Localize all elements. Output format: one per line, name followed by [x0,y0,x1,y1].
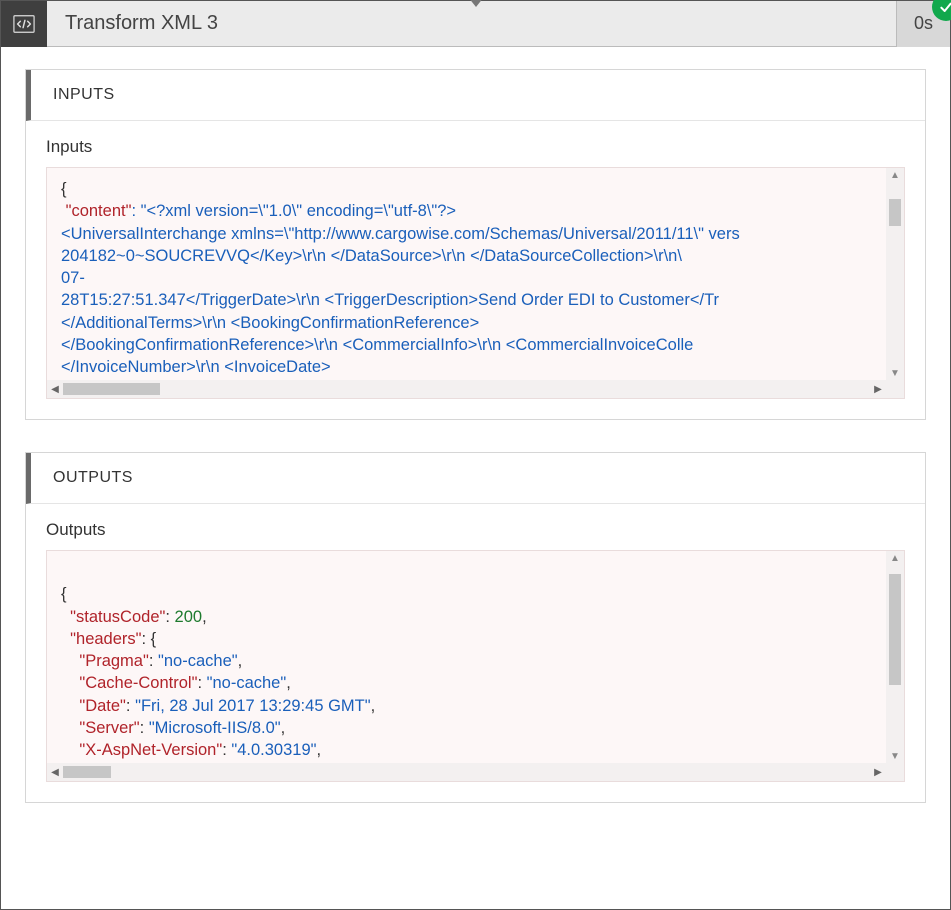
json-key: "Cache-Control" [79,674,197,692]
json-value: : "<?xml version=\"1.0\" encoding=\"utf-… [131,202,456,220]
json-value: 07- [61,269,85,287]
action-title: Transform XML 3 [47,12,896,35]
scroll-thumb[interactable] [63,766,111,778]
json-key: "Server" [79,719,139,737]
scroll-track[interactable] [63,766,870,778]
scroll-left-icon[interactable]: ◀ [47,380,63,398]
scroll-right-icon[interactable]: ▶ [870,380,886,398]
scroll-corner [886,380,904,398]
scroll-thumb[interactable] [889,574,901,684]
action-header: Transform XML 3 0s [1,1,950,47]
inputs-code-content[interactable]: { "content": "<?xml version=\"1.0\" enco… [47,168,904,380]
json-value: 204182~0~SOUCREVVQ</Key>\r\n </DataSourc… [61,247,682,265]
json-key: "Pragma" [79,652,149,670]
outputs-code-content[interactable]: { "statusCode": 200, "headers": { "Pragm… [47,551,904,763]
code-icon [13,13,35,35]
json-key: "statusCode" [70,608,165,626]
outputs-panel-header: OUTPUTS [26,453,925,504]
json-value: </InvoiceNumber>\r\n <InvoiceDate> [61,358,331,376]
json-brace: { [61,180,67,198]
scroll-corner [886,763,904,781]
json-value: "no-cache" [158,652,238,670]
json-key: "headers" [70,630,141,648]
inputs-panel-header: INPUTS [26,70,925,121]
outputs-panel: OUTPUTS Outputs { "statusCode": 200, "he… [25,452,926,803]
json-value: <UniversalInterchange xmlns=\"http://www… [61,225,740,243]
json-brace: { [61,585,67,603]
collapse-arrow-icon [468,0,484,7]
inputs-label: Inputs [46,137,905,157]
scroll-track[interactable] [63,383,870,395]
inputs-panel-body: Inputs { "content": "<?xml version=\"1.0… [26,121,925,419]
scroll-down-icon[interactable]: ▼ [886,749,904,763]
scroll-thumb[interactable] [889,199,901,227]
json-value: "Microsoft-IIS/8.0" [149,719,281,737]
scroll-down-icon[interactable]: ▼ [886,366,904,380]
outputs-code-box[interactable]: { "statusCode": 200, "headers": { "Pragm… [46,550,905,782]
vertical-scrollbar[interactable]: ▲ ▼ [886,168,904,380]
action-body: INPUTS Inputs { "content": "<?xml versio… [1,47,950,909]
json-key: "Date" [79,697,126,715]
action-icon-box [1,1,47,47]
scroll-right-icon[interactable]: ▶ [870,763,886,781]
check-icon [938,0,951,15]
json-value: </BookingConfirmationReference>\r\n <Com… [61,336,693,354]
vertical-scrollbar[interactable]: ▲ ▼ [886,551,904,763]
outputs-label: Outputs [46,520,905,540]
json-value: "Fri, 28 Jul 2017 13:29:45 GMT" [135,697,371,715]
inputs-code-box[interactable]: { "content": "<?xml version=\"1.0\" enco… [46,167,905,399]
scroll-left-icon[interactable]: ◀ [47,763,63,781]
horizontal-scrollbar[interactable]: ◀ ▶ [47,763,886,781]
inputs-panel: INPUTS Inputs { "content": "<?xml versio… [25,69,926,420]
json-key: "X-AspNet-Version" [79,741,222,759]
json-value: "no-cache" [207,674,287,692]
scroll-up-icon[interactable]: ▲ [886,551,904,565]
scroll-up-icon[interactable]: ▲ [886,168,904,182]
scroll-track[interactable] [889,182,901,366]
json-value: </AdditionalTerms>\r\n <BookingConfirmat… [61,314,479,332]
json-key: "content" [66,202,132,220]
scroll-track[interactable] [889,565,901,749]
json-value: 28T15:27:51.347</TriggerDate>\r\n <Trigg… [61,291,719,309]
json-value: "4.0.30319" [231,741,316,759]
scroll-thumb[interactable] [63,383,160,395]
horizontal-scrollbar[interactable]: ◀ ▶ [47,380,886,398]
outputs-panel-body: Outputs { "statusCode": 200, "headers": … [26,504,925,802]
json-value: 200 [175,608,203,626]
